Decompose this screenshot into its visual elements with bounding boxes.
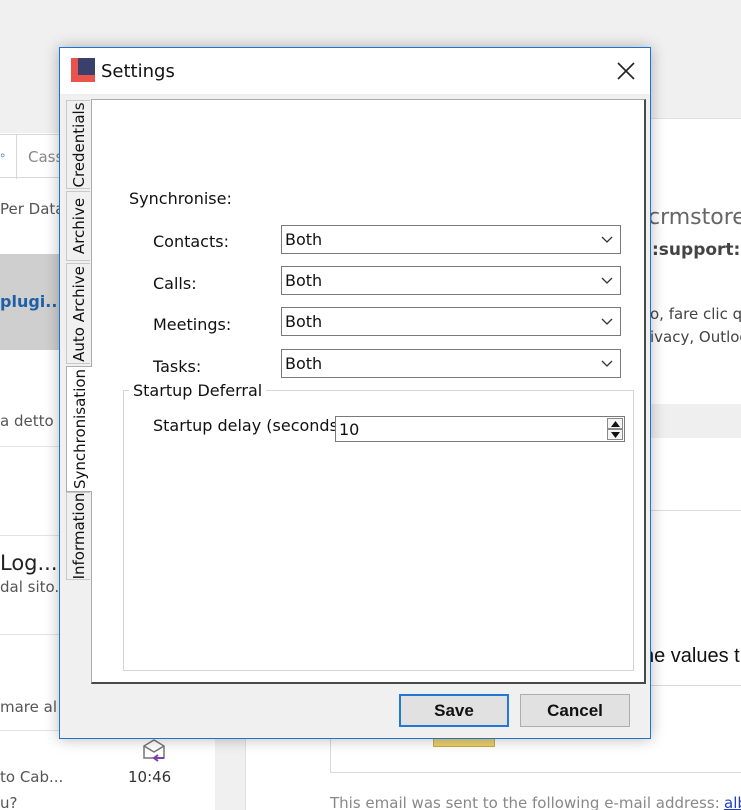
message-subject: :support:24 (652, 240, 741, 260)
list-item-subject[interactable]: to Cab... (0, 768, 63, 786)
meetings-select[interactable]: Both (281, 307, 621, 336)
search-scope-label: Cass (28, 148, 64, 166)
list-item-preview[interactable]: mare al (0, 698, 57, 716)
synchronise-heading: Synchronise: (129, 189, 232, 208)
tab-synchronisation[interactable]: Synchronisation (66, 366, 92, 492)
tab-label: Synchronisation (70, 368, 89, 490)
reading-divider (640, 510, 741, 511)
settings-dialog: Settings Credentials Archive Auto Archiv… (59, 47, 651, 739)
tasks-select-value: Both (285, 354, 323, 373)
synchronisation-panel: Synchronise: Contacts: Both Calls: Both … (91, 99, 646, 684)
list-item-preview[interactable]: a detto (0, 412, 54, 430)
spinner-buttons (607, 418, 623, 440)
tasks-select[interactable]: Both (281, 349, 621, 378)
startup-delay-input[interactable] (339, 420, 599, 438)
calls-select-value: Both (285, 271, 323, 290)
reply-envelope-icon (143, 739, 165, 762)
cancel-button[interactable]: Cancel (520, 694, 630, 727)
startup-deferral-title: Startup Deferral (129, 381, 267, 400)
meetings-select-value: Both (285, 312, 323, 331)
tab-label: Auto Archive (69, 265, 88, 362)
triangle-down-icon (611, 432, 620, 438)
selected-message-subject: plugi... (0, 292, 64, 311)
footer-text: This email was sent to the following e-m… (330, 794, 720, 810)
spinner-down-button[interactable] (607, 429, 623, 440)
save-button[interactable]: Save (399, 694, 509, 727)
contacts-select[interactable]: Both (281, 225, 621, 254)
tab-label: Credentials (69, 101, 88, 188)
spinner-up-button[interactable] (607, 418, 623, 429)
footer-email-link[interactable]: alb (724, 794, 741, 810)
calls-select[interactable]: Both (281, 266, 621, 295)
chevron-down-icon (601, 318, 613, 325)
startup-delay-spinner[interactable] (335, 416, 625, 442)
settings-tabs: Credentials Archive Auto Archive Synchro… (66, 100, 92, 600)
list-item-subject[interactable]: Log... (0, 551, 58, 575)
meetings-label: Meetings: (153, 315, 232, 334)
startup-delay-label: Startup delay (seconds) (153, 416, 345, 435)
contacts-label: Contacts: (153, 232, 229, 251)
message-info-band (640, 404, 741, 438)
tab-archive[interactable]: Archive (66, 191, 90, 261)
dialog-titlebar[interactable]: Settings (60, 48, 650, 94)
app-logo-icon (71, 58, 95, 82)
tasks-label: Tasks: (153, 357, 202, 376)
close-button[interactable] (606, 54, 646, 88)
contacts-select-value: Both (285, 230, 323, 249)
sort-by-date-label[interactable]: Per Data (0, 200, 65, 218)
close-icon (617, 62, 635, 80)
sender-address: crmstore.c (648, 205, 741, 230)
message-body-text: he values t (643, 645, 740, 667)
chevron-down-icon (601, 360, 613, 367)
info-bar-line[interactable]: ivacy, Outloo (650, 328, 741, 346)
dialog-title: Settings (101, 61, 175, 82)
tab-label: Archive (69, 197, 88, 255)
tab-information[interactable]: Information (66, 492, 90, 580)
list-item-time: 10:46 (128, 768, 172, 786)
triangle-up-icon (611, 421, 620, 427)
tab-label: Information (69, 492, 88, 580)
chevron-down-icon (601, 277, 613, 284)
list-item-preview[interactable]: u? (0, 794, 17, 810)
chevron-down-icon (601, 236, 613, 243)
search-scope-icon: ◦ (0, 147, 6, 164)
info-bar-line[interactable]: o, fare clic qui (650, 305, 741, 323)
search-divider (16, 135, 17, 179)
calls-label: Calls: (153, 274, 197, 293)
tab-credentials[interactable]: Credentials (66, 100, 90, 189)
tab-auto-archive[interactable]: Auto Archive (66, 263, 90, 364)
